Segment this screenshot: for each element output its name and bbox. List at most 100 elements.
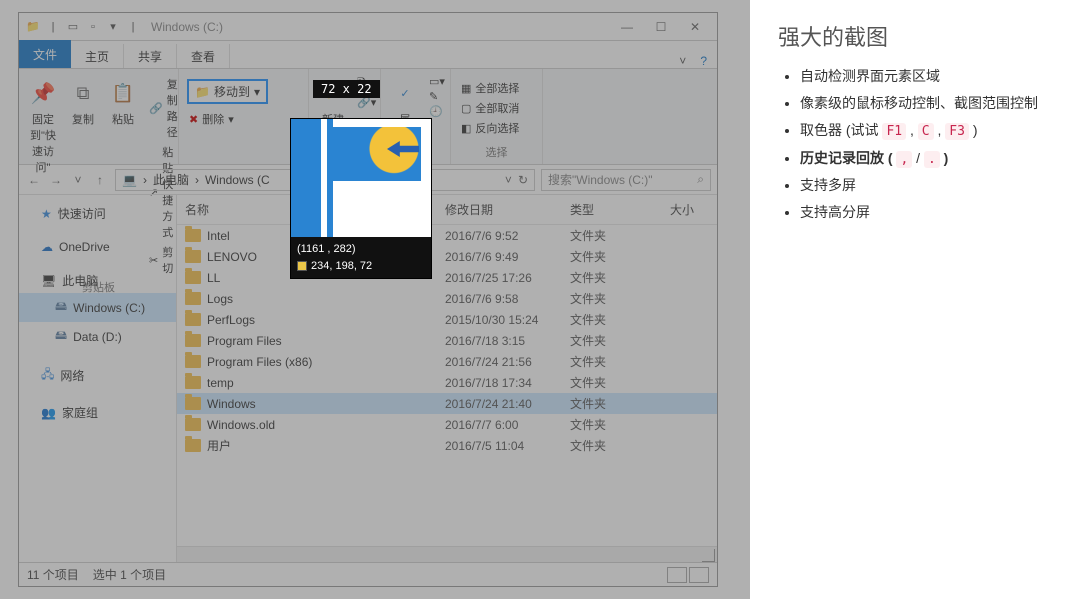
sidebar-homegroup[interactable]: 👥家庭组: [19, 400, 176, 425]
monitor-icon: 🖥: [41, 274, 56, 288]
horizontal-scrollbar[interactable]: [177, 546, 717, 562]
magnifier-tooltip: (1161 , 282) 234, 198, 72: [290, 118, 432, 279]
file-row[interactable]: Program Files (x86)2016/7/24 21:56文件夹: [177, 351, 717, 372]
file-row[interactable]: Windows.old2016/7/7 6:00文件夹: [177, 414, 717, 435]
sidebar-this-pc[interactable]: 🖥此电脑: [19, 268, 176, 293]
file-type: 文件夹: [562, 248, 642, 265]
refresh-icon[interactable]: ↻: [518, 173, 528, 187]
delete-button[interactable]: ✖删除▾: [187, 110, 236, 128]
key-period: .: [924, 151, 940, 168]
close-button[interactable]: ✕: [687, 20, 703, 34]
qat-props-icon[interactable]: ▭: [65, 19, 81, 35]
sidebar-onedrive[interactable]: ☁OneDrive: [19, 236, 176, 258]
maximize-button[interactable]: ☐: [653, 20, 669, 34]
minimize-button[interactable]: —: [619, 20, 635, 34]
feature-multi-monitor: 支持多屏: [800, 175, 1056, 196]
selection-size-label: 72 x 22: [313, 80, 380, 98]
file-name: PerfLogs: [207, 313, 255, 327]
file-name: Program Files (x86): [207, 355, 312, 369]
file-name: LENOVO: [207, 250, 257, 264]
open-icon[interactable]: ▭▾: [429, 75, 445, 88]
move-to-button[interactable]: 📁 移动到 ▾: [187, 79, 268, 104]
nav-sidebar: ★快速访问 ☁OneDrive 🖥此电脑 🖴Windows (C:) 🖴Data…: [19, 195, 177, 562]
col-size[interactable]: 大小: [642, 195, 702, 224]
ribbon-collapse-icon[interactable]: ˅: [679, 54, 686, 68]
file-row[interactable]: Intel2016/7/6 9:52文件夹: [177, 225, 717, 246]
drive-icon: 🖴: [55, 297, 67, 318]
folder-icon: [185, 313, 201, 326]
select-none-button[interactable]: ▢全部取消: [459, 99, 534, 117]
icons-view-icon[interactable]: [689, 567, 709, 583]
feature-history-replay: 历史记录回放 ( , / . ): [800, 148, 1056, 170]
folder-icon: [185, 376, 201, 389]
details-view-icon[interactable]: [667, 567, 687, 583]
file-row[interactable]: Program Files2016/7/18 3:15文件夹: [177, 330, 717, 351]
invert-selection-button[interactable]: ◧反向选择: [459, 119, 534, 137]
file-row[interactable]: 用户2016/7/5 11:04文件夹: [177, 435, 717, 456]
window-title: Windows (C:): [151, 20, 223, 34]
folder-move-icon: 📁: [195, 85, 210, 99]
addr-dropdown-icon[interactable]: ˅: [505, 173, 512, 187]
file-type: 文件夹: [562, 374, 642, 391]
paste-button[interactable]: 📋 粘贴: [107, 73, 139, 127]
file-date: 2016/7/7 6:00: [437, 418, 562, 432]
history-icon[interactable]: 🕘: [429, 105, 445, 118]
sidebar-drive-c[interactable]: 🖴Windows (C:): [19, 293, 176, 322]
doc-heading: 强大的截图: [778, 20, 1056, 52]
col-type[interactable]: 类型: [562, 195, 642, 224]
sidebar-quick-access[interactable]: ★快速访问: [19, 201, 176, 226]
history-dropdown[interactable]: ˅: [69, 173, 87, 187]
tab-share[interactable]: 共享: [124, 44, 177, 68]
tab-view[interactable]: 查看: [177, 44, 230, 68]
forward-button[interactable]: →: [47, 173, 65, 187]
help-icon[interactable]: ?: [700, 54, 707, 68]
file-row[interactable]: Windows2016/7/24 21:40文件夹: [177, 393, 717, 414]
key-f1: F1: [882, 123, 906, 140]
drive-icon: 🖴: [55, 326, 67, 347]
drive-icon: 💻: [122, 173, 137, 187]
tab-home[interactable]: 主页: [71, 44, 124, 68]
select-all-icon: ▦: [461, 82, 471, 95]
feature-pixel-control: 像素级的鼠标移动控制、截图范围控制: [800, 93, 1056, 114]
select-all-button[interactable]: ▦全部选择: [459, 79, 534, 97]
back-button[interactable]: ←: [25, 173, 43, 187]
qat-folder-icon[interactable]: ▫: [85, 19, 101, 35]
copy-button[interactable]: ⧉ 复制: [67, 73, 99, 127]
file-row[interactable]: temp2016/7/18 17:34文件夹: [177, 372, 717, 393]
search-input[interactable]: 搜索"Windows (C:)" ⌕: [541, 169, 711, 191]
feature-hidpi: 支持高分屏: [800, 202, 1056, 223]
folder-icon: [185, 418, 201, 431]
ribbon-tabs: 文件 主页 共享 查看 ˅ ?: [19, 41, 717, 69]
qat-dropdown-icon[interactable]: ▾: [105, 19, 121, 35]
file-row[interactable]: LENOVO2016/7/6 9:49文件夹: [177, 246, 717, 267]
properties-icon: ✓: [389, 77, 421, 109]
file-row[interactable]: PerfLogs2015/10/30 15:24文件夹: [177, 309, 717, 330]
sidebar-drive-d[interactable]: 🖴Data (D:): [19, 322, 176, 351]
file-list[interactable]: Intel2016/7/6 9:52文件夹LENOVO2016/7/6 9:49…: [177, 225, 717, 546]
copy-path-button[interactable]: 🔗复制路径: [147, 75, 180, 141]
file-name: LL: [207, 271, 220, 285]
file-name: Windows: [207, 397, 256, 411]
file-type: 文件夹: [562, 437, 642, 454]
file-type: 文件夹: [562, 353, 642, 370]
qat-sep2: |: [125, 19, 141, 35]
tab-file[interactable]: 文件: [19, 40, 71, 68]
pin-icon: 📌: [27, 77, 59, 109]
file-type: 文件夹: [562, 269, 642, 286]
invert-icon: ◧: [461, 122, 471, 135]
file-row[interactable]: Logs2016/7/6 9:58文件夹: [177, 288, 717, 309]
pin-button[interactable]: 📌 固定到"快 速访问": [27, 73, 59, 175]
column-headers[interactable]: 名称 修改日期 类型 大小: [177, 195, 717, 225]
file-date: 2016/7/6 9:58: [437, 292, 562, 306]
feature-color-picker: 取色器 (试试 F1 , C , F3 ): [800, 120, 1056, 142]
qat-sep: |: [45, 19, 61, 35]
up-button[interactable]: ↑: [91, 173, 109, 187]
edit-icon[interactable]: ✎: [429, 90, 445, 103]
delete-icon: ✖: [189, 113, 198, 126]
file-row[interactable]: LL2016/7/25 17:26文件夹: [177, 267, 717, 288]
select-none-icon: ▢: [461, 102, 471, 115]
col-date[interactable]: 修改日期: [437, 195, 562, 224]
sidebar-network[interactable]: 🖧网络: [19, 361, 176, 390]
file-date: 2016/7/18 3:15: [437, 334, 562, 348]
folder-icon: [185, 229, 201, 242]
